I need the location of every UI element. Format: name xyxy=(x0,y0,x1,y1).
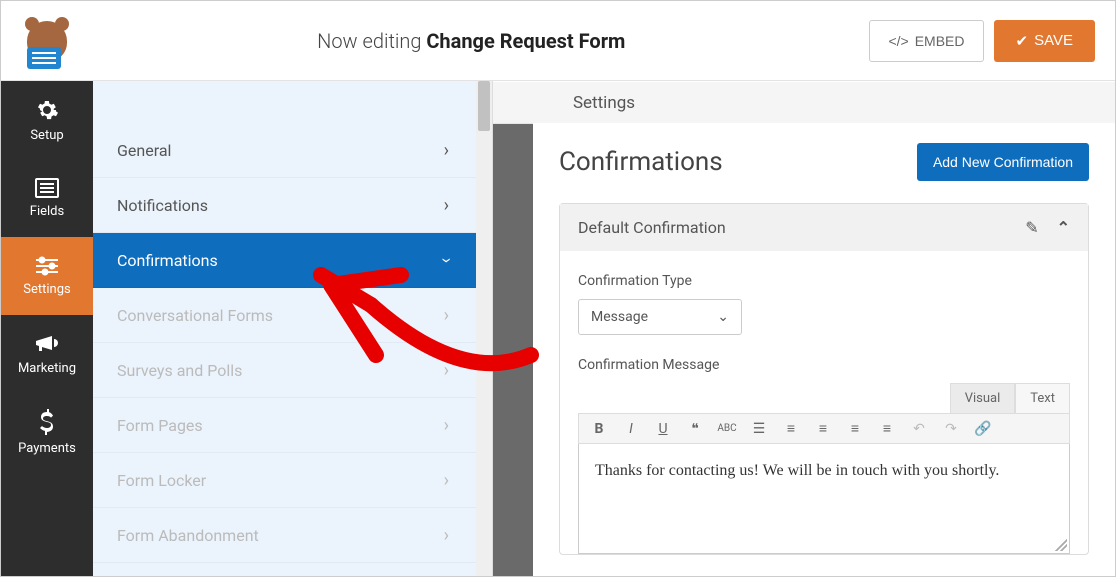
page-title: Confirmations xyxy=(559,147,723,177)
panel-body: Confirmation Type Message ⌄ Confirmation… xyxy=(560,251,1088,554)
divider-strip xyxy=(493,123,533,576)
subnav-item-confirmations[interactable]: Confirmations › xyxy=(93,233,477,288)
italic-icon[interactable]: I xyxy=(621,421,641,437)
align-right-icon[interactable]: ≡ xyxy=(877,420,897,437)
gear-icon xyxy=(35,98,59,122)
subnav-label: Notifications xyxy=(117,196,208,215)
leftnav-item-marketing[interactable]: Marketing xyxy=(1,315,93,393)
message-label: Confirmation Message xyxy=(578,357,1070,373)
subnav-item-general[interactable]: General › xyxy=(93,123,477,178)
subnav-item-notifications[interactable]: Notifications › xyxy=(93,178,477,233)
dollar-icon xyxy=(39,409,55,435)
leftnav: Setup Fields Settings Marketing Payments xyxy=(1,81,93,576)
panel-header: Default Confirmation ✎ ⌃ xyxy=(560,204,1088,251)
quote-icon[interactable]: ❝ xyxy=(685,421,705,437)
embed-label: EMBED xyxy=(915,33,965,49)
message-editor[interactable]: Thanks for contacting us! We will be in … xyxy=(578,444,1070,554)
collapse-icon[interactable]: ⌃ xyxy=(1057,218,1070,237)
subnav-label: Form Abandonment xyxy=(117,526,259,545)
underline-icon[interactable]: U xyxy=(653,421,673,437)
panel-title: Default Confirmation xyxy=(578,218,726,237)
sliders-icon xyxy=(34,256,60,276)
chevron-right-icon: › xyxy=(444,525,449,546)
main-header: Confirmations Add New Confirmation xyxy=(559,143,1089,181)
strike-icon[interactable]: ABC xyxy=(717,423,737,434)
leftnav-item-setup[interactable]: Setup xyxy=(1,81,93,159)
topbar: Now editing Change Request Form </> EMBE… xyxy=(1,1,1115,81)
subnav-item-formpages[interactable]: Form Pages › xyxy=(93,398,477,453)
chevron-right-icon: › xyxy=(444,140,449,161)
topbar-actions: </> EMBED ✔ SAVE xyxy=(869,20,1095,62)
link-icon[interactable]: 🔗 xyxy=(973,421,993,437)
subnav-item-conversational[interactable]: Conversational Forms › xyxy=(93,288,477,343)
leftnav-label: Settings xyxy=(23,282,70,297)
select-value: Message xyxy=(591,309,648,325)
workspace: Setup Fields Settings Marketing Payments xyxy=(1,81,1115,576)
align-center-icon[interactable]: ≡ xyxy=(845,420,865,437)
edit-icon[interactable]: ✎ xyxy=(1025,218,1038,237)
confirmation-panel: Default Confirmation ✎ ⌃ Confirmation Ty… xyxy=(559,203,1089,555)
subnav-label: Form Locker xyxy=(117,471,206,490)
list-icon xyxy=(35,178,59,198)
confirmation-type-select[interactable]: Message ⌄ xyxy=(578,299,742,335)
tab-text[interactable]: Text xyxy=(1015,383,1070,413)
chevron-right-icon: › xyxy=(444,305,449,326)
embed-button[interactable]: </> EMBED xyxy=(869,20,983,62)
scrollbar[interactable] xyxy=(476,81,492,576)
subnav-item-surveys[interactable]: Surveys and Polls › xyxy=(93,343,477,398)
chevron-right-icon: › xyxy=(444,470,449,491)
check-icon: ✔ xyxy=(1016,32,1029,50)
code-icon: </> xyxy=(888,33,908,49)
leftnav-label: Payments xyxy=(18,441,76,456)
leftnav-item-fields[interactable]: Fields xyxy=(1,159,93,237)
leftnav-label: Setup xyxy=(30,128,63,143)
leftnav-label: Marketing xyxy=(18,361,76,376)
subnav-wrap: General › Notifications › Confirmations … xyxy=(93,81,493,576)
bold-icon[interactable]: B xyxy=(589,421,609,437)
message-text: Thanks for contacting us! We will be in … xyxy=(595,462,999,479)
megaphone-icon xyxy=(34,333,60,355)
main-panel: Confirmations Add New Confirmation Defau… xyxy=(533,123,1115,576)
undo-icon[interactable]: ↶ xyxy=(909,421,929,437)
subnav-label: Form Pages xyxy=(117,416,203,435)
subnav-item-abandonment[interactable]: Form Abandonment › xyxy=(93,508,477,563)
subnav-label: Confirmations xyxy=(117,251,218,270)
align-left-icon[interactable]: ≡ xyxy=(813,420,833,437)
ul-icon[interactable]: ☰ xyxy=(749,421,769,437)
tab-visual[interactable]: Visual xyxy=(950,383,1016,413)
subnav-label: General xyxy=(117,141,171,160)
type-label: Confirmation Type xyxy=(578,273,1070,289)
save-button[interactable]: ✔ SAVE xyxy=(994,20,1095,62)
subnav-label: Conversational Forms xyxy=(117,306,273,325)
leftnav-item-settings[interactable]: Settings xyxy=(1,237,93,315)
editing-title: Now editing Change Request Form xyxy=(73,29,869,53)
editing-prefix: Now editing xyxy=(317,29,421,53)
subnav-label: Surveys and Polls xyxy=(117,361,242,380)
chevron-right-icon: › xyxy=(444,195,449,216)
editor-toolbar: B I U ❝ ABC ☰ ≡ ≡ ≡ ≡ ↶ ↷ 🔗 xyxy=(578,413,1070,444)
form-name: Change Request Form xyxy=(426,29,625,53)
leftnav-item-payments[interactable]: Payments xyxy=(1,393,93,471)
add-confirmation-button[interactable]: Add New Confirmation xyxy=(917,143,1089,181)
save-label: SAVE xyxy=(1034,32,1073,49)
redo-icon[interactable]: ↷ xyxy=(941,421,961,437)
chevron-down-icon: › xyxy=(436,257,457,262)
chevron-right-icon: › xyxy=(444,360,449,381)
subnav-item-formlocker[interactable]: Form Locker › xyxy=(93,453,477,508)
chevron-down-icon: ⌄ xyxy=(717,309,729,325)
ol-icon[interactable]: ≡ xyxy=(781,420,801,437)
editor-tabs: Visual Text xyxy=(578,383,1070,413)
subnav: General › Notifications › Confirmations … xyxy=(93,123,477,563)
wpforms-logo xyxy=(21,15,73,67)
leftnav-label: Fields xyxy=(30,204,64,219)
chevron-right-icon: › xyxy=(444,415,449,436)
